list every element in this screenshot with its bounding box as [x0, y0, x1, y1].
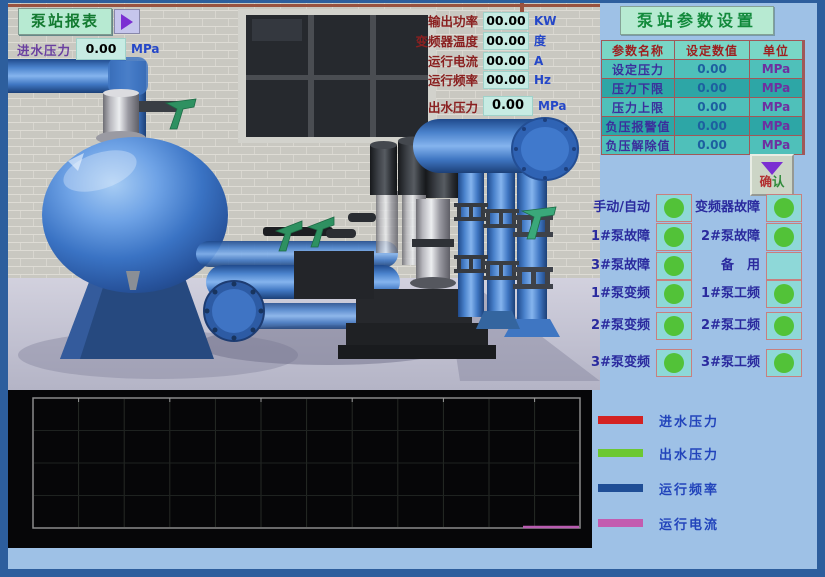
run-current-value: 00.00	[483, 52, 529, 70]
inverter-temp-value: 00.00	[483, 32, 529, 50]
outlet-pressure-readout: 出水压力 0.00 MPa	[414, 96, 567, 116]
status-lamp	[774, 284, 794, 304]
inverter-temp-unit: 度	[534, 32, 546, 49]
status-lamp-box	[766, 349, 802, 377]
run-freq-label: 运行频率	[414, 70, 478, 89]
roofline	[8, 4, 600, 7]
silver-vent	[96, 89, 146, 145]
param-row-unit: MPa	[750, 117, 802, 135]
legend-swatch	[598, 449, 643, 457]
status-pump3-mains: 3#泵工频	[664, 349, 802, 377]
confirm-label: 确认	[759, 175, 784, 189]
frame-bottom	[0, 569, 825, 577]
param-row-unit: MPa	[750, 98, 802, 116]
pump-column-1	[376, 191, 398, 253]
output-power-value: 00.00	[483, 12, 529, 30]
legend-run-current: 运行电流	[598, 515, 719, 531]
run-freq-readout: 运行频率 00.00 Hz	[414, 70, 551, 89]
param-row-name: 负压解除值	[602, 136, 674, 154]
status-lamp-box	[766, 223, 802, 251]
param-row-value[interactable]: 0.00	[675, 60, 749, 78]
inverter-temp-readout: 变频器温度 00.00 度	[414, 31, 546, 50]
pump-motor-1	[370, 141, 397, 195]
param-row-value[interactable]: 0.00	[675, 136, 749, 154]
legend-inlet-pressure: 进水压力	[598, 412, 719, 428]
param-row-name: 压力下限	[602, 79, 674, 97]
status-lamp	[774, 353, 794, 373]
status-spare: 备 用	[664, 252, 802, 280]
inlet-pressure-value: 0.00	[76, 38, 126, 60]
header-pipe	[413, 118, 578, 180]
param-row-value[interactable]: 0.00	[675, 117, 749, 135]
param-col-value: 设定数值	[675, 41, 749, 59]
legend-swatch	[598, 519, 643, 527]
param-table: 参数名称 设定数值 单位 设定压力 0.00 MPa 压力下限 0.00 MPa…	[601, 40, 805, 155]
confirm-down-icon	[761, 162, 783, 175]
inlet-pressure-label: 进水压力	[11, 40, 71, 59]
inverter-temp-label: 变频器温度	[414, 31, 478, 50]
param-row-name: 设定压力	[602, 60, 674, 78]
legend-run-frequency: 运行频率	[598, 480, 719, 496]
param-row-name: 压力上限	[602, 98, 674, 116]
output-power-readout: 输出功率 00.00 KW	[414, 11, 557, 30]
status-vfd-fault: 变频器故障	[664, 194, 802, 222]
frame-right	[817, 0, 825, 577]
report-button-label[interactable]: 泵站报表	[18, 8, 112, 35]
status-lamp-box	[766, 194, 802, 222]
run-freq-unit: Hz	[534, 73, 551, 87]
outlet-pressure-value: 0.00	[483, 96, 533, 116]
output-power-label: 输出功率	[414, 11, 478, 30]
param-col-unit: 单位	[750, 41, 802, 59]
inlet-pressure-readout: 进水压力 0.00 MPa	[11, 38, 160, 60]
window	[238, 9, 436, 143]
status-lamp	[774, 316, 794, 336]
status-lamp	[774, 227, 794, 247]
legend-swatch	[598, 416, 643, 424]
param-row-unit: MPa	[750, 79, 802, 97]
status-lamp-box	[766, 280, 802, 308]
frame-top	[0, 0, 825, 3]
param-row-unit: MPa	[750, 136, 802, 154]
frame-left	[0, 0, 8, 577]
param-col-name: 参数名称	[602, 41, 674, 59]
param-row-name: 负压报警值	[602, 117, 674, 135]
status-pump2-fault: 2#泵故障	[664, 223, 802, 251]
params-title: 泵站参数设置	[620, 6, 774, 35]
outlet-pressure-label: 出水压力	[414, 97, 478, 116]
status-lamp-box	[766, 312, 802, 340]
run-current-label: 运行电流	[414, 51, 478, 70]
run-current-unit: A	[534, 54, 543, 68]
status-pump2-mains: 2#泵工频	[664, 312, 802, 340]
status-lamp	[774, 198, 794, 218]
report-button[interactable]: 泵站报表	[18, 8, 140, 35]
run-freq-value: 00.00	[483, 71, 529, 89]
trend-chart-grid	[8, 390, 592, 548]
status-pump1-mains: 1#泵工频	[664, 280, 802, 308]
output-power-unit: KW	[534, 14, 557, 28]
param-row-unit: MPa	[750, 60, 802, 78]
trend-chart	[8, 390, 592, 548]
legend-outlet-pressure: 出水压力	[598, 445, 719, 461]
status-lamp-box	[766, 252, 802, 280]
legend-swatch	[598, 484, 643, 492]
play-icon[interactable]	[114, 9, 140, 34]
confirm-button[interactable]: 确认	[750, 154, 794, 196]
inlet-pressure-unit: MPa	[131, 42, 160, 56]
param-row-value[interactable]: 0.00	[675, 98, 749, 116]
hmi-screen: 泵站报表 进水压力 0.00 MPa 输出功率 00.00 KW 变频器温度 0…	[0, 0, 825, 577]
outlet-pressure-unit: MPa	[538, 99, 567, 113]
run-current-readout: 运行电流 00.00 A	[414, 51, 543, 70]
param-row-value[interactable]: 0.00	[675, 79, 749, 97]
